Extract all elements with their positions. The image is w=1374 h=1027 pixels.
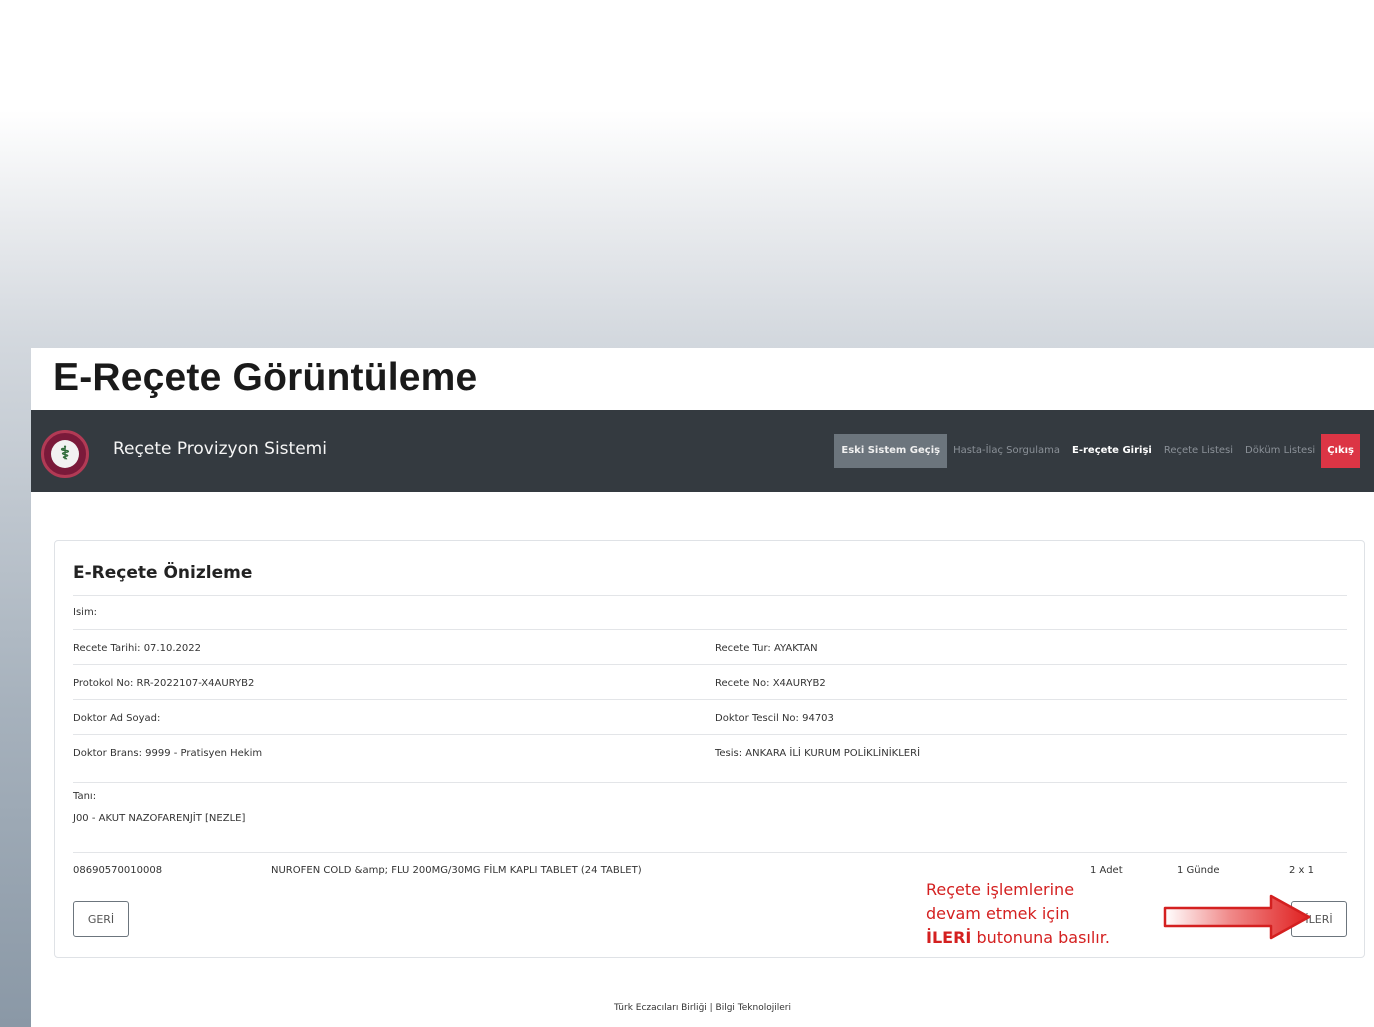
drug-barcode: 08690570010008 [73, 865, 163, 876]
annotation-line-3: İLERİ butonuna basılır. [926, 926, 1186, 950]
field-recete-no: Recete No: X4AURYB2 [715, 678, 826, 689]
page-title: E-Reçete Görüntüleme [53, 356, 478, 399]
nav-dokum-list[interactable]: Döküm Listesi [1239, 434, 1321, 468]
annotation-note: Reçete işlemlerine devam etmek için İLER… [926, 878, 1186, 950]
field-isim: Isim: [73, 607, 98, 618]
divider [73, 734, 1347, 735]
field-recete-tur: Recete Tur: AYAKTAN [715, 643, 818, 654]
field-recete-tarihi: Recete Tarihi: 07.10.2022 [73, 643, 201, 654]
nav-exit-button[interactable]: Çıkış [1321, 434, 1360, 468]
divider [73, 664, 1347, 665]
nav-drug-query[interactable]: Hasta-İlaç Sorgulama [947, 434, 1066, 468]
field-doktor-ad: Doktor Ad Soyad: [73, 713, 161, 724]
annotation-line-3-rest: butonuna basılır. [971, 928, 1110, 947]
brand-title[interactable]: Reçete Provizyon Sistemi [113, 439, 327, 459]
nav-old-system-button[interactable]: Eski Sistem Geçiş [834, 434, 948, 468]
divider [73, 782, 1347, 783]
drug-quantity: 1 Adet [1090, 865, 1123, 876]
annotation-line-2: devam etmek için [926, 904, 1070, 923]
nav-recete-list[interactable]: Reçete Listesi [1158, 434, 1239, 468]
footer: Türk Eczacıları Birliği | Bilgi Teknoloj… [614, 1003, 791, 1013]
card-title: E-Reçete Önizleme [73, 563, 253, 583]
navbar: ⚕ Reçete Provizyon Sistemi Eski Sistem G… [31, 410, 1374, 492]
field-protokol-no: Protokol No: RR-2022107-X4AURYB2 [73, 678, 255, 689]
drug-dosage: 2 x 1 [1289, 865, 1314, 876]
field-doktor-brans: Doktor Brans: 9999 - Pratisyen Hekim [73, 748, 263, 759]
annotation-line-1: Reçete işlemlerine [926, 880, 1075, 899]
divider [73, 699, 1347, 700]
nav-erecete-entry[interactable]: E-reçete Girişi [1066, 434, 1158, 468]
divider [73, 852, 1347, 853]
divider [73, 629, 1347, 630]
drug-period: 1 Günde [1177, 865, 1220, 876]
annotation-bold-word: İLERİ [926, 928, 972, 947]
divider [73, 595, 1347, 596]
field-tani-label: Tanı: [73, 791, 97, 802]
logo-icon[interactable]: ⚕ [41, 430, 89, 478]
nav-links: Eski Sistem Geçiş Hasta-İlaç Sorgulama E… [834, 434, 1360, 468]
field-tesis: Tesis: ANKARA İLİ KURUM POLİKLİNİKLERİ [715, 748, 921, 759]
arrow-right-icon [1163, 894, 1311, 940]
back-button[interactable]: GERİ [73, 901, 129, 937]
drug-name: NUROFEN COLD &amp; FLU 200MG/30MG FİLM K… [271, 865, 642, 876]
field-doktor-tescil: Doktor Tescil No: 94703 [715, 713, 834, 724]
field-tani-value: J00 - AKUT NAZOFARENJİT [NEZLE] [73, 813, 246, 824]
main-panel: E-Reçete Görüntüleme ⚕ Reçete Provizyon … [31, 348, 1374, 1027]
